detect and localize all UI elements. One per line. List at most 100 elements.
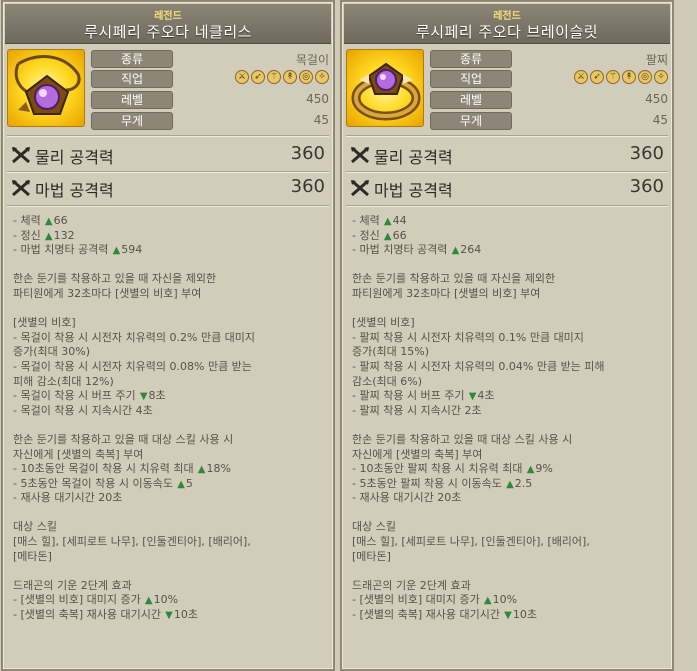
stat-label: 종류 [430,50,512,68]
item-tooltip-necklace: 레전드 루시페리 주오다 네클리스 종류 목걸이 직업 ⚔ ➶ ⚚ ↟ ◎ ✧ … [1,0,335,671]
description-value: 2.5 [514,476,533,490]
stat-label: 종류 [91,50,173,68]
description-text: - 체력 [352,214,380,227]
description-text: [샛별의 비호] [13,316,76,330]
item-grade: 레전드 [154,11,182,22]
description-text: 대상 스킬 [13,520,57,534]
description-text: [샛별의 비호] [352,316,415,330]
description-line: - 5초동안 목걸이 착용 시 이동속도 ▲5 [13,477,327,492]
description-text: - 재사용 대기시간 20초 [13,491,123,505]
description-value: 10초 [173,608,198,622]
arrow-up-icon: ▲ [194,464,206,476]
magic-attack-value: 360 [629,176,664,197]
description-text: - 팔찌 착용 시 지속시간 2초 [352,403,482,417]
description-line: 자신에게 [샛별의 축복] 부여 [352,448,666,463]
description-value: 5 [185,476,193,490]
job-dagger-icon: ↟ [283,70,297,84]
stat-value: 팔찌 [645,53,668,67]
description-value: 132 [53,228,75,242]
description-text: - [샛별의 축복] 재사용 대기시간 [13,608,161,622]
description-line: - 팔찌 착용 시 시전자 치유력의 0.1% 만큼 대미지 [352,331,666,346]
description-text: 증가(최대 15%) [352,345,430,359]
description-text: 자신에게 [샛별의 축복] 부여 [352,447,483,461]
description-value: 10초 [512,608,537,622]
description-text: [메타돈] [352,549,391,563]
description-text: [매스 힐], [세피로트 나무], [인둘겐티아], [배리어], [352,535,590,549]
description-line: - 체력 ▲66 [13,214,327,229]
description-line: - [샛별의 축복] 재사용 대기시간 ▼10초 [352,608,666,623]
stat-row-job: 직업 ⚔ ➶ ⚚ ↟ ◎ ✧ [430,70,670,88]
description-text: 한손 둔기를 착용하고 있을 때 자신을 제외한 [13,272,217,286]
description-text: - 목걸이 착용 시 지속시간 4초 [13,403,153,417]
description-line: - 10초동안 팔찌 착용 시 치유력 최대 ▲9% [352,462,666,477]
stat-label: 직업 [91,70,173,88]
arrow-up-icon: ▲ [109,245,121,257]
physical-attack-label: 물리 공격력 [374,148,453,167]
description-value: 594 [121,243,143,257]
description-text: [매스 힐], [세피로트 나무], [인둘겐티아], [배리어], [13,535,251,549]
job-dagger-icon: ↟ [622,70,636,84]
description-line: - 재사용 대기시간 20초 [13,491,327,506]
description-line: [샛별의 비호] [352,316,666,331]
physical-attack-row: 물리 공격력 360 [350,143,664,167]
description-text: - 목걸이 착용 시 시전자 치유력의 0.08% 만큼 받는 [13,359,252,373]
description-line: 한손 둔기를 착용하고 있을 때 자신을 제외한 [352,272,666,287]
description-value: 10% [153,593,179,607]
arrow-down-icon: ▼ [465,391,477,403]
description-line: 증가(최대 15%) [352,345,666,360]
stat-row-type: 종류 목걸이 [91,50,331,68]
description-text: - 마법 치명타 공격력 [352,243,448,257]
description-value: 66 [392,228,407,242]
job-staff-icon: ⚚ [267,70,281,84]
arrow-up-icon: ▲ [502,478,514,490]
description-text: 드래곤의 기운 2단계 효과 [352,578,471,592]
divider [7,171,329,172]
arrow-up-icon: ▲ [480,595,492,607]
description-value: 44 [392,214,407,227]
job-orb-icon: ◎ [638,70,652,84]
description-value: 18% [206,462,231,476]
description-line: - [샛별의 축복] 재사용 대기시간 ▼10초 [13,608,327,623]
description-line: [매스 힐], [세피로트 나무], [인둘겐티아], [배리어], [13,535,327,550]
arrow-down-icon: ▼ [500,610,512,622]
description-text: - 5초동안 목걸이 착용 시 이동속도 [13,476,174,490]
stat-value: 450 [645,92,668,106]
magic-attack-value: 360 [290,176,325,197]
item-tooltip-bracelet: 레전드 루시페리 주오다 브레이슬릿 종류 팔찌 직업 ⚔ ➶ ⚚ ↟ ◎ ✧ … [340,0,674,671]
description-text: - 10초동안 목걸이 착용 시 치유력 최대 [13,462,194,476]
arrow-down-icon: ▼ [161,610,173,622]
arrow-up-icon: ▲ [380,216,392,227]
description-line: - 목걸이 착용 시 시전자 치유력의 0.08% 만큼 받는 [13,360,327,375]
description-line: - 팔찌 착용 시 지속시간 2초 [352,404,666,419]
divider [7,135,329,136]
description-line: [메타돈] [13,550,327,565]
description-text: - [샛별의 비호] 대미지 증가 [13,593,141,607]
stat-row-level: 레벨 450 [430,91,670,109]
description-text: - 마법 치명타 공격력 [13,243,109,257]
stat-label: 레벨 [430,91,512,109]
divider [346,135,668,136]
item-title: 루시페리 주오다 브레이슬릿 [415,23,599,41]
description-line: 증가(최대 30%) [13,345,327,360]
item-description: - 체력 ▲44- 정신 ▲66- 마법 치명타 공격력 ▲264 한손 둔기를 … [352,214,666,623]
description-line: - 정신 ▲132 [13,229,327,244]
stat-row-weight: 무게 45 [430,112,670,130]
job-bow-icon: ➶ [590,70,604,84]
description-line: - [샛별의 비호] 대미지 증가 ▲10% [352,593,666,608]
description-text: - 5초동안 팔찌 착용 시 이동속도 [352,476,502,490]
description-line: - 정신 ▲66 [352,229,666,244]
stat-value: 45 [313,113,329,127]
stat-value: 450 [306,92,329,106]
description-text: - 정신 [13,228,41,242]
job-bow-icon: ➶ [251,70,265,84]
description-text: [메타돈] [13,549,52,563]
crossed-swords-icon [12,179,30,197]
arrow-up-icon: ▲ [523,464,535,476]
description-text: 감소(최대 6%) [352,374,423,388]
